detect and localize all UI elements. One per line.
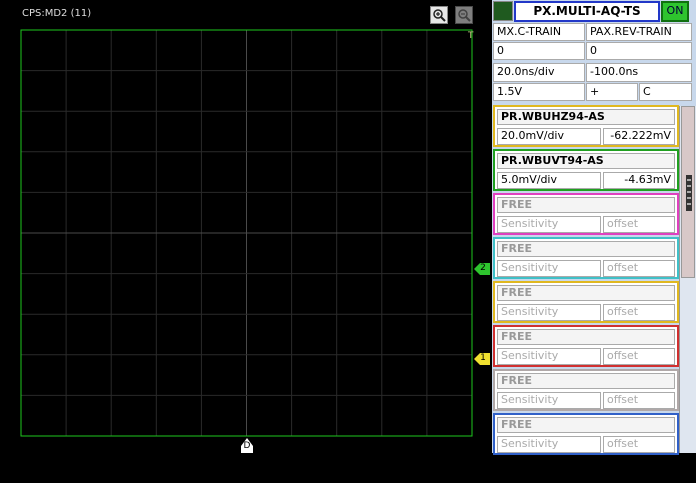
channel-slot-8[interactable]: FREE Sensitivity offset <box>493 413 679 455</box>
channel-sensitivity[interactable]: Sensitivity <box>497 348 601 365</box>
grip-icon <box>686 175 692 211</box>
channel-offset[interactable]: offset <box>603 260 675 277</box>
channel-name[interactable]: FREE <box>497 197 675 213</box>
trigger-marker: T <box>468 31 474 41</box>
channel-name[interactable]: FREE <box>497 417 675 433</box>
channel-slot-1[interactable]: PR.WBUHZ94-AS 20.0mV/div -62.222mV <box>493 105 679 147</box>
channel-sensitivity[interactable]: 20.0mV/div <box>497 128 601 145</box>
channel-2-marker-label[interactable]: 2 <box>477 263 489 273</box>
channel-name[interactable]: FREE <box>497 241 675 257</box>
channel-sensitivity[interactable]: Sensitivity <box>497 436 601 453</box>
trigger-slope[interactable]: + <box>586 83 638 101</box>
channel-sensitivity[interactable]: Sensitivity <box>497 216 601 233</box>
trigger-level[interactable]: 1.5V <box>493 83 585 101</box>
train-left-value[interactable]: 0 <box>493 42 585 60</box>
channel-name[interactable]: FREE <box>497 329 675 345</box>
channel-sensitivity[interactable]: Sensitivity <box>497 304 601 321</box>
channel-name[interactable]: PR.WBUVT94-AS <box>497 153 675 169</box>
scroll-thumb[interactable] <box>681 106 695 278</box>
channel-offset[interactable]: offset <box>603 304 675 321</box>
panel-title: PX.MULTI-AQ-TS <box>514 1 660 22</box>
channel-name[interactable]: PR.WBUHZ94-AS <box>497 109 675 125</box>
channel-sensitivity[interactable]: Sensitivity <box>497 392 601 409</box>
scope-grid <box>20 29 490 453</box>
train-right-value[interactable]: 0 <box>586 42 692 60</box>
channel-offset[interactable]: offset <box>603 392 675 409</box>
train-left[interactable]: MX.C-TRAIN <box>493 23 585 41</box>
delay-marker-label[interactable]: D <box>241 441 253 451</box>
channel-offset[interactable]: offset <box>603 216 675 233</box>
channel-name[interactable]: FREE <box>497 285 675 301</box>
channel-slot-4[interactable]: FREE Sensitivity offset <box>493 237 679 279</box>
channel-offset[interactable]: offset <box>603 348 675 365</box>
timebase-offset[interactable]: -100.0ns <box>586 63 692 82</box>
channel-slot-3[interactable]: FREE Sensitivity offset <box>493 193 679 235</box>
status-indicator <box>493 1 513 21</box>
channel-sensitivity[interactable]: Sensitivity <box>497 260 601 277</box>
page-indicator: 9..16 <box>681 458 692 483</box>
channel-scrollbar[interactable]: 9..16 <box>679 106 696 483</box>
channel-slot-5[interactable]: FREE Sensitivity offset <box>493 281 679 323</box>
channel-offset[interactable]: offset <box>603 436 675 453</box>
scope-display[interactable]: CPS:MD2 (11) T 2 1 D <box>0 0 492 453</box>
channel-1-marker-label[interactable]: 1 <box>477 353 489 363</box>
trigger-coupling[interactable]: C <box>639 83 692 101</box>
on-button[interactable]: ON <box>661 1 689 22</box>
channel-slot-7[interactable]: FREE Sensitivity offset <box>493 369 679 411</box>
timebase-div[interactable]: 20.0ns/div <box>493 63 585 82</box>
train-right[interactable]: PAX.REV-TRAIN <box>586 23 692 41</box>
channel-slot-2[interactable]: PR.WBUVT94-AS 5.0mV/div -4.63mV <box>493 149 679 191</box>
channel-offset[interactable]: -62.222mV <box>603 128 675 145</box>
control-panel: PX.MULTI-AQ-TS ON MX.C-TRAIN PAX.REV-TRA… <box>492 0 696 483</box>
channel-slot-6[interactable]: FREE Sensitivity offset <box>493 325 679 367</box>
channel-sensitivity[interactable]: 5.0mV/div <box>497 172 601 189</box>
channel-offset[interactable]: -4.63mV <box>603 172 675 189</box>
channel-name[interactable]: FREE <box>497 373 675 389</box>
